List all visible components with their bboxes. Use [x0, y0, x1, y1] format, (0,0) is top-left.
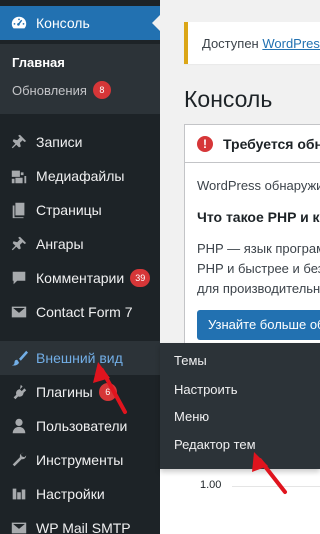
settings-icon [0, 485, 36, 503]
php-box-header: ! Требуется обнo [185, 125, 320, 163]
sidebar-item-appearance[interactable]: Внешний вид [0, 341, 160, 375]
wrench-icon [0, 451, 36, 469]
sidebar-item-users[interactable]: Пользователи [0, 409, 160, 443]
sidebar-item-tools[interactable]: Инструменты [0, 443, 160, 477]
sidebar-item-label: Пользователи [36, 418, 128, 434]
notice-prefix: Доступен [202, 36, 263, 51]
dashboard-icon [0, 14, 36, 32]
mail-icon [0, 303, 36, 321]
media-icon [0, 167, 36, 185]
pages-icon [0, 201, 36, 219]
sidebar-item-label: Комментарии [36, 270, 125, 286]
sidebar-item-label: Ангары [36, 236, 84, 252]
sidebar-item-comments[interactable]: Комментарии 39 [0, 261, 160, 295]
php-box-paragraph-line: PHP и быстрее и безо [197, 261, 320, 276]
sidebar-item-label: Плагины [36, 384, 93, 400]
user-icon [0, 417, 36, 435]
pin-icon [0, 235, 36, 253]
php-box-intro: WordPress обнаружи [197, 178, 320, 193]
mail-icon [0, 519, 36, 534]
console-submenu: Главная Обновления 8 [0, 44, 160, 114]
sidebar-item-posts[interactable]: Записи [0, 125, 160, 159]
php-box-heading: Требуется обнo [223, 136, 320, 152]
sidebar-item-wp-mail-smtp[interactable]: WP Mail SMTP [0, 511, 160, 534]
php-box-paragraph-line: для производительно [197, 281, 320, 296]
comments-count-badge: 39 [130, 269, 151, 287]
submenu-item-home[interactable]: Главная [12, 55, 65, 70]
sidebar-item-settings[interactable]: Настройки [0, 477, 160, 511]
flyout-item-themes[interactable]: Темы [174, 353, 207, 368]
flyout-pointer [152, 350, 160, 366]
appearance-flyout-menu: Темы Настроить Меню Редактор тем [160, 343, 320, 469]
plugin-icon [0, 383, 36, 401]
chart-tick-label: 1.00 [200, 479, 222, 491]
sidebar-item-label: Медиафайлы [36, 168, 125, 184]
active-menu-pointer [152, 15, 160, 31]
sidebar-item-pages[interactable]: Страницы [0, 193, 160, 227]
sidebar-item-plugins[interactable]: Плагины 6 [0, 375, 160, 409]
learn-more-button[interactable]: Узнайте больше об [197, 310, 320, 340]
flyout-item-theme-editor[interactable]: Редактор тем [174, 437, 256, 452]
sidebar-item-label: Страницы [36, 202, 102, 218]
sidebar-item-label: Записи [36, 134, 83, 150]
page-title: Консоль [184, 86, 273, 112]
sidebar-item-label: Внешний вид [36, 350, 123, 366]
submenu-item-label: Обновления [12, 82, 87, 98]
sidebar-item-contact-form[interactable]: Contact Form 7 [0, 295, 160, 329]
error-icon: ! [197, 136, 213, 152]
plugins-count-badge: 6 [98, 383, 117, 401]
comment-icon [0, 269, 36, 287]
sidebar-item-label: Настройки [36, 486, 105, 502]
pin-icon [0, 133, 36, 151]
sidebar-item-media[interactable]: Медиафайлы [0, 159, 160, 193]
sidebar-item-label: WP Mail SMTP [36, 520, 131, 534]
update-notice: Доступен WordPress [184, 22, 320, 64]
sidebar-item-hangars[interactable]: Ангары [0, 227, 160, 261]
chart-gridline [232, 486, 320, 487]
sidebar-item-label: Инструменты [36, 452, 124, 468]
sidebar-item-label: Консоль [36, 15, 90, 31]
php-box-subheading: Что такое PHP и ка [197, 209, 320, 225]
flyout-item-customize[interactable]: Настроить [174, 382, 238, 397]
updates-count-badge: 8 [92, 81, 111, 99]
notice-wordpress-link[interactable]: WordPress [262, 36, 320, 51]
php-box-paragraph-line: PHP — язык програм [197, 241, 320, 256]
brush-icon [0, 349, 36, 367]
submenu-item-updates[interactable]: Обновления 8 [12, 81, 111, 99]
php-warning-box: ! Требуется обнo WordPress обнаружи Что … [184, 124, 320, 346]
sidebar-item-label: Contact Form 7 [36, 304, 133, 320]
flyout-item-menus[interactable]: Меню [174, 409, 209, 424]
update-notice-text: Доступен WordPress [202, 36, 320, 51]
sidebar-item-console[interactable]: Консоль [0, 6, 160, 40]
admin-sidebar: Консоль Главная Обновления 8 Записи Меди… [0, 0, 160, 534]
